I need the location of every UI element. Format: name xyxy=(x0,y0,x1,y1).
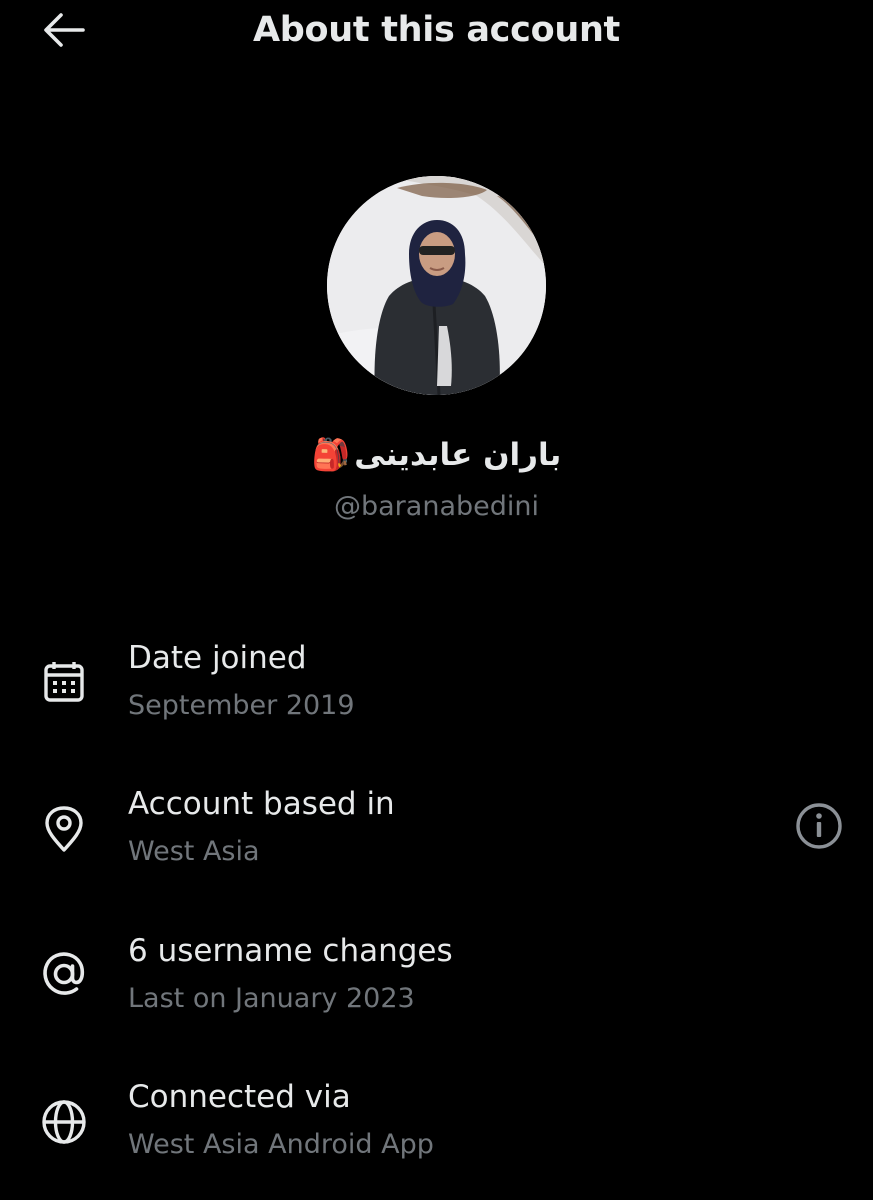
at-sign-icon xyxy=(38,948,90,1000)
about-account-page: About this account 🎒 باران عابدینی @bara… xyxy=(0,0,873,1200)
username-handle: @baranabedini xyxy=(334,491,539,522)
date-joined-title: Date joined xyxy=(128,640,307,676)
info-icon xyxy=(795,802,843,854)
connected-via-title: Connected via xyxy=(128,1079,351,1115)
account-based-in-title: Account based in xyxy=(128,786,395,822)
backpack-emoji: 🎒 xyxy=(311,437,351,473)
info-button[interactable] xyxy=(793,802,845,854)
display-name: 🎒 باران عابدینی xyxy=(0,436,873,474)
top-bar: About this account xyxy=(0,0,873,70)
account-based-in-value: West Asia xyxy=(128,836,260,867)
username-changes-row: 6 username changes Last on January 2023 xyxy=(0,929,873,1039)
calendar-icon xyxy=(38,656,90,708)
globe-icon xyxy=(38,1096,90,1148)
account-based-in-row: Account based in West Asia xyxy=(0,782,873,892)
avatar[interactable] xyxy=(327,176,546,395)
connected-via-row: Connected via West Asia Android App xyxy=(0,1075,873,1185)
page-title: About this account xyxy=(252,10,620,50)
date-joined-row: Date joined September 2019 xyxy=(0,636,873,746)
location-pin-icon xyxy=(38,803,90,855)
connected-via-value: West Asia Android App xyxy=(128,1129,434,1160)
date-joined-value: September 2019 xyxy=(128,690,355,721)
username-changes-value: Last on January 2023 xyxy=(128,983,415,1014)
username-changes-title: 6 username changes xyxy=(128,933,453,969)
display-name-text: باران عابدینی xyxy=(354,436,562,473)
